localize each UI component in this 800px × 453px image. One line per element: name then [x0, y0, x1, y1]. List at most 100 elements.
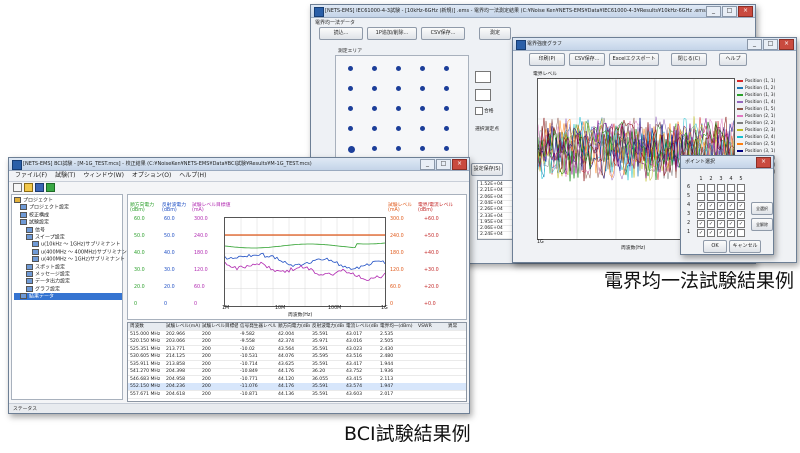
point-checkbox[interactable]: ✓ [717, 202, 725, 210]
point-checkbox[interactable]: ✓ [697, 229, 705, 237]
measurement-point-dot[interactable] [396, 126, 401, 131]
clear-all-button[interactable]: 全解除 [751, 218, 773, 231]
measurement-point-dot[interactable] [420, 146, 425, 151]
point-checkbox[interactable]: ✓ [697, 202, 705, 210]
point-checkbox[interactable] [737, 184, 745, 192]
point-checkbox[interactable] [727, 193, 735, 201]
tree-item[interactable]: 試験設定 [14, 219, 122, 226]
tree-item[interactable]: 校正構成 [14, 211, 122, 219]
csv-save-button[interactable]: CSV保存... [421, 27, 465, 40]
measurement-point-dot[interactable] [396, 106, 401, 111]
maximize-button[interactable]: □ [722, 6, 737, 17]
tree-item[interactable]: 結果データ [14, 293, 122, 301]
measurement-point-dot[interactable] [444, 106, 449, 111]
save-icon[interactable] [35, 183, 44, 192]
measurement-point-dot[interactable] [420, 86, 425, 91]
measurement-point-dot[interactable] [372, 126, 377, 131]
menu-window[interactable]: ウィンドウ(W) [83, 172, 124, 179]
menu-file[interactable]: ファイル(F) [15, 172, 47, 179]
bci-minimize-button[interactable]: _ [420, 159, 435, 170]
measurement-point-dot[interactable] [372, 146, 377, 151]
point-checkbox[interactable]: ✓ [707, 229, 715, 237]
graph-close-dialog-button[interactable]: 閉じる(C) [671, 53, 707, 66]
graph-close-button[interactable]: × [779, 39, 794, 50]
measurement-point-dot[interactable] [420, 126, 425, 131]
measurement-point-dot[interactable] [372, 86, 377, 91]
tree-item[interactable]: u(400MHz ～ 400MHz)サブリミナント [14, 248, 132, 256]
measurement-point-dot[interactable] [444, 146, 449, 151]
measurement-point-dot[interactable] [396, 146, 401, 151]
tree-item[interactable]: データ出力設定 [14, 278, 122, 285]
x-spin-box[interactable] [475, 71, 491, 83]
measurement-point-dot[interactable] [372, 66, 377, 71]
point-dialog-close-button[interactable]: × [756, 157, 771, 168]
measurement-point-dot[interactable] [348, 146, 355, 153]
point-checkbox[interactable] [717, 193, 725, 201]
tree-item[interactable]: プロジェクト設定 [14, 204, 122, 211]
minimize-button[interactable]: _ [706, 6, 721, 17]
point-checkbox[interactable]: ✓ [707, 220, 715, 228]
tree-item[interactable]: u(400MHz ～ 1GHz)サブリミナント [14, 256, 125, 263]
point-cancel-button[interactable]: キャンセル [729, 240, 761, 253]
close-button[interactable]: × [738, 6, 753, 17]
bci-close-button[interactable]: × [452, 159, 467, 170]
pass-checkbox[interactable] [475, 107, 483, 115]
point-checkbox[interactable]: ✓ [717, 211, 725, 219]
help-button[interactable]: ヘルプ [719, 53, 747, 66]
point-checkbox[interactable]: ✓ [707, 211, 715, 219]
point-ok-button[interactable]: OK [703, 240, 727, 253]
menu-help[interactable]: ヘルプ(H) [179, 172, 206, 179]
point-checkbox[interactable] [697, 184, 705, 192]
point-checkbox[interactable]: ✓ [737, 220, 745, 228]
tree-item[interactable]: スイープ設定 [14, 233, 122, 241]
save-settings-button[interactable]: 設定保存(S) [471, 163, 503, 176]
tree-item[interactable]: メッセージ設定 [14, 270, 122, 278]
load-button[interactable]: 読込... [319, 27, 363, 40]
measurement-point-dot[interactable] [348, 66, 353, 71]
point-checkbox[interactable]: ✓ [697, 220, 705, 228]
run-icon[interactable] [46, 183, 55, 192]
menu-test[interactable]: 試験(T) [55, 172, 75, 179]
point-checkbox[interactable]: ✓ [707, 202, 715, 210]
point-checkbox[interactable] [727, 184, 735, 192]
measurement-point-dot[interactable] [348, 86, 353, 91]
point-checkbox[interactable] [707, 184, 715, 192]
measurement-point-dot[interactable] [372, 106, 377, 111]
measurement-point-dot[interactable] [348, 126, 353, 131]
point-checkbox[interactable]: ✓ [727, 229, 735, 237]
measurement-point-dot[interactable] [396, 66, 401, 71]
point-checkbox[interactable]: ✓ [717, 220, 725, 228]
graph-csv-save-button[interactable]: CSV保存... [569, 53, 605, 66]
point-checkbox[interactable] [697, 193, 705, 201]
measurement-point-dot[interactable] [420, 66, 425, 71]
open-icon[interactable] [24, 183, 33, 192]
add-delete-point-button[interactable]: 1P追加/削除... [367, 27, 417, 40]
select-all-button[interactable]: 全選択 [751, 202, 773, 215]
point-checkbox[interactable] [737, 193, 745, 201]
y-spin-box[interactable] [475, 89, 491, 101]
bci-maximize-button[interactable]: □ [436, 159, 451, 170]
menu-options[interactable]: オプション(O) [132, 172, 171, 179]
point-checkbox[interactable]: ✓ [697, 211, 705, 219]
point-checkbox[interactable]: ✓ [717, 229, 725, 237]
measurement-point-dot[interactable] [444, 126, 449, 131]
point-checkbox[interactable]: ✓ [727, 211, 735, 219]
tree-item[interactable]: 信号 [14, 226, 122, 234]
tree-item[interactable]: プロジェクト [14, 197, 122, 204]
point-checkbox[interactable] [737, 229, 745, 237]
measurement-point-dot[interactable] [348, 106, 353, 111]
tree-item[interactable]: u(10kHz ～ 1GHz)サブリミナント [14, 241, 122, 248]
tree-item[interactable]: スポット設定 [14, 263, 122, 271]
point-checkbox[interactable]: ✓ [737, 202, 745, 210]
measurement-point-dot[interactable] [444, 66, 449, 71]
measurement-point-dot[interactable] [420, 106, 425, 111]
excel-export-button[interactable]: Excelエクスポート [609, 53, 659, 66]
measurement-point-dot[interactable] [444, 86, 449, 91]
point-checkbox[interactable]: ✓ [727, 202, 735, 210]
tree-item[interactable]: グラフ設定 [14, 285, 122, 293]
graph-minimize-button[interactable]: _ [747, 39, 762, 50]
new-icon[interactable] [13, 183, 22, 192]
point-checkbox[interactable] [717, 184, 725, 192]
point-checkbox[interactable] [707, 193, 715, 201]
graph-maximize-button[interactable]: □ [763, 39, 778, 50]
